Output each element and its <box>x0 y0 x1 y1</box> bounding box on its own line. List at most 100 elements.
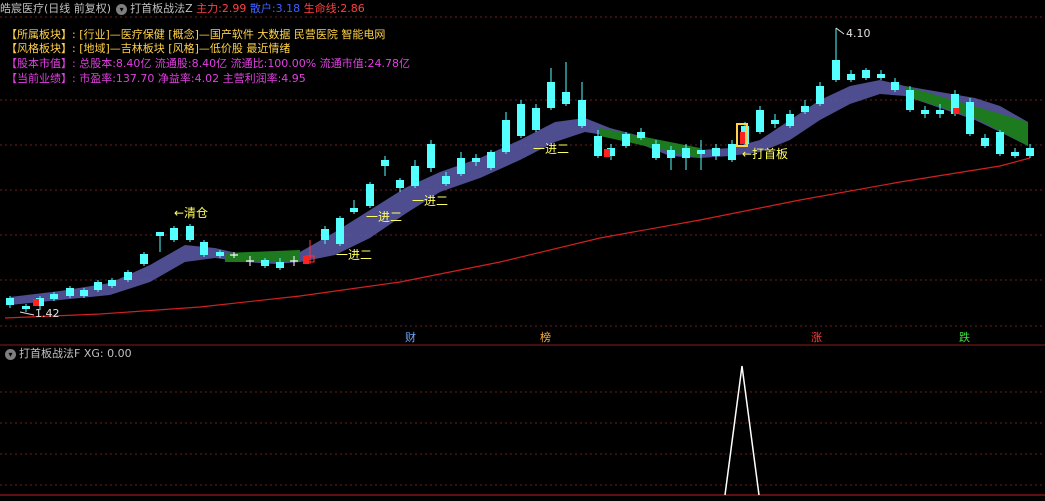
marker-cai[interactable]: 财 <box>404 331 417 344</box>
jiner-label-3: 一进二 <box>412 194 449 208</box>
info-capital: 【股本市值】: 总股本:8.40亿 流通股:8.40亿 流通比:100.00% … <box>6 57 410 71</box>
candle-bear <box>816 86 824 104</box>
info-performance-label: 【当前业绩】: <box>6 72 76 85</box>
candle-bear <box>336 218 344 244</box>
candle-bear <box>682 148 690 158</box>
life-line <box>4 157 1031 319</box>
candle-bear <box>517 104 525 136</box>
marker-die[interactable]: 跌 <box>958 331 971 344</box>
candle-bear <box>200 242 208 255</box>
candle-bear <box>66 288 74 296</box>
info-sector: 【所属板块】: [行业]—医疗保健 [概念]—国产软件 大数据 民营医院 智能电… <box>6 28 385 42</box>
candle-bear <box>771 120 779 124</box>
info-capital-label: 【股本市值】: <box>6 57 76 70</box>
candle-bear <box>321 229 329 240</box>
indicator-menu-icon[interactable]: ▾ <box>116 3 128 15</box>
candle-bear <box>156 232 164 236</box>
candle-bear <box>786 114 794 126</box>
info-style: 【风格板块】: [地域]—吉林板块 [风格]—低价股 最近情绪 <box>6 42 290 56</box>
candle-bear <box>847 74 855 80</box>
main-force-value: 2.99 <box>221 2 247 15</box>
candle-bear <box>562 92 570 104</box>
xg-value: 0.00 <box>107 347 132 360</box>
sub-chart-header: ▾ 打首板战法F XG: 0.00 <box>0 345 132 363</box>
candle-bear <box>366 184 374 206</box>
candle-bear <box>966 102 974 134</box>
dashouban-label: ←打首板 <box>742 147 789 161</box>
xg-signal-spike <box>724 365 760 496</box>
chart-header: 皓宸医疗(日线 前复权) ▾ 打首板战法Z 主力:2.99 散户:3.18 生命线:… <box>0 0 365 18</box>
info-capital-value: 总股本:8.40亿 流通股:8.40亿 流通比:100.00% 流通市值:24.… <box>79 57 410 70</box>
candle-bear <box>140 254 148 264</box>
candle-bear <box>996 132 1004 154</box>
candle-bear <box>108 280 116 286</box>
period-label: (日线 前复权) <box>44 2 112 15</box>
candle-bear <box>487 152 495 168</box>
signal-mark <box>604 149 610 157</box>
candle-bear <box>22 306 30 309</box>
retail-value: 3.18 <box>275 2 301 15</box>
candle-bear <box>427 144 435 168</box>
candle-bear <box>921 110 929 114</box>
high-price-label: 4.10 <box>846 27 871 40</box>
candle-bear <box>547 82 555 108</box>
candle-bear <box>652 144 660 158</box>
candle-bear <box>832 60 840 80</box>
info-performance: 【当前业绩】: 市盈率:137.70 净益率:4.02 主营利润率:4.95 <box>6 72 306 86</box>
jiner-label-1: 一进二 <box>336 248 373 262</box>
candle-bear <box>472 158 480 162</box>
indicator-name[interactable]: 打首板战法Z <box>130 2 193 15</box>
candle-bear <box>442 176 450 184</box>
candle-bear <box>756 110 764 132</box>
low-price-label: 1.42 <box>35 307 60 320</box>
marker-bang[interactable]: 榜 <box>539 331 552 344</box>
high-price-pointer <box>835 27 845 35</box>
sub-indicator-menu-icon[interactable]: ▾ <box>5 348 16 360</box>
candle-bear <box>396 180 404 188</box>
info-performance-value: 市盈率:137.70 净益率:4.02 主营利润率:4.95 <box>79 72 306 85</box>
info-sector-label: 【所属板块】: <box>6 28 76 41</box>
candle-bear <box>712 148 720 156</box>
candle-bear <box>1026 148 1034 156</box>
retail-label: 散户: <box>249 2 276 15</box>
candle-bear <box>261 260 269 266</box>
signal-mark <box>953 108 959 114</box>
candle-bear <box>50 294 58 299</box>
chart-window: { "header": { "stock_name": "皓宸医疗", "per… <box>0 0 1045 501</box>
qingcang-label: ←清仓 <box>174 206 209 220</box>
candle-bear <box>411 166 419 186</box>
candle-bear <box>862 70 870 78</box>
info-style-label: 【风格板块】: <box>6 42 76 55</box>
candle-bear <box>94 282 102 290</box>
candle-bear <box>350 208 358 212</box>
marker-zhang[interactable]: 涨 <box>810 331 823 344</box>
candle-bear <box>80 290 88 296</box>
sub-indicator-name[interactable]: 打首板战法F <box>19 347 80 360</box>
candle-bear <box>502 120 510 152</box>
candle-bear <box>594 136 602 156</box>
low-price-pointer <box>19 311 35 316</box>
candle-bear <box>186 226 194 240</box>
candle-bear <box>981 138 989 146</box>
signal-candle-fill <box>740 132 745 144</box>
info-sector-value: [行业]—医疗保健 [概念]—国产软件 大数据 民营医院 智能电网 <box>79 28 386 41</box>
jiner-label-2: 一进二 <box>366 210 403 224</box>
candle-bear <box>578 100 586 126</box>
candle-bear <box>936 110 944 114</box>
life-line-label: 生命线: <box>303 2 341 15</box>
candle-bear <box>637 132 645 138</box>
signal-mark <box>33 299 39 306</box>
candle-bear <box>457 158 465 174</box>
candle-bear <box>216 252 224 256</box>
candle-bear <box>891 82 899 90</box>
stock-name: 皓宸医疗 <box>0 2 44 15</box>
signal-mark <box>303 256 309 264</box>
info-style-value: [地域]—吉林板块 [风格]—低价股 最近情绪 <box>79 42 291 55</box>
candle-bear <box>532 108 540 130</box>
candle-bear <box>667 150 675 158</box>
life-line-value: 2.86 <box>340 2 365 15</box>
jiner-label-4: 一进二 <box>533 142 570 156</box>
candle-bear <box>381 160 389 166</box>
candle-bear <box>906 90 914 110</box>
candle-bear <box>6 298 14 305</box>
